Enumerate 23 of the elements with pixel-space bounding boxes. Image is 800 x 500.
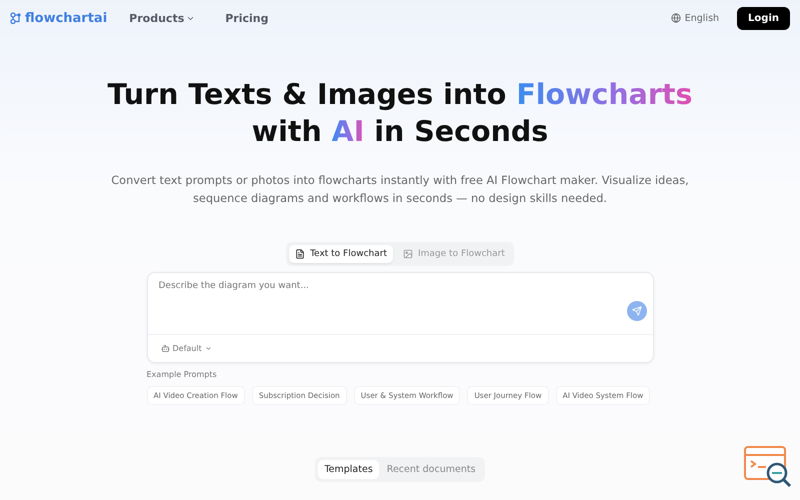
login-button[interactable]: Login [737, 6, 790, 30]
globe-icon [670, 13, 681, 23]
search-widget-icon[interactable] [744, 446, 792, 488]
subtitle: Convert text prompts or photos into flowcharts instantly with free AI Flowchart maker. Visualize ideas, sequence diagrams and workflows in seconds — no design skills needed. [110, 173, 690, 207]
prompt-field[interactable]: Describe the diagram you want... [148, 273, 652, 335]
headline: with AI in Seconds [250, 114, 550, 150]
nav-link[interactable]: Products [129, 12, 196, 24]
prompt-input[interactable]: Describe the diagram you want... [156, 279, 626, 328]
image-icon [403, 249, 413, 259]
document-tab[interactable]: Templates [318, 460, 379, 479]
chevron-down-icon [204, 345, 212, 352]
section-label: Example Prompts [146, 370, 218, 379]
headline: Turn Texts & Images into Flowcharts [107, 77, 693, 113]
robot-icon [160, 344, 170, 353]
nav-link[interactable]: Pricing [225, 12, 269, 24]
logo[interactable]: flowchartai [10, 10, 108, 26]
send-icon [632, 306, 642, 316]
model-selector[interactable]: Default [160, 344, 212, 353]
logo-icon [10, 12, 22, 24]
mode-tab[interactable]: Text to Flowchart [289, 245, 393, 263]
document-tab[interactable]: Recent documents [380, 460, 482, 479]
language-selector[interactable]: English [670, 12, 720, 24]
document-icon [295, 249, 306, 259]
